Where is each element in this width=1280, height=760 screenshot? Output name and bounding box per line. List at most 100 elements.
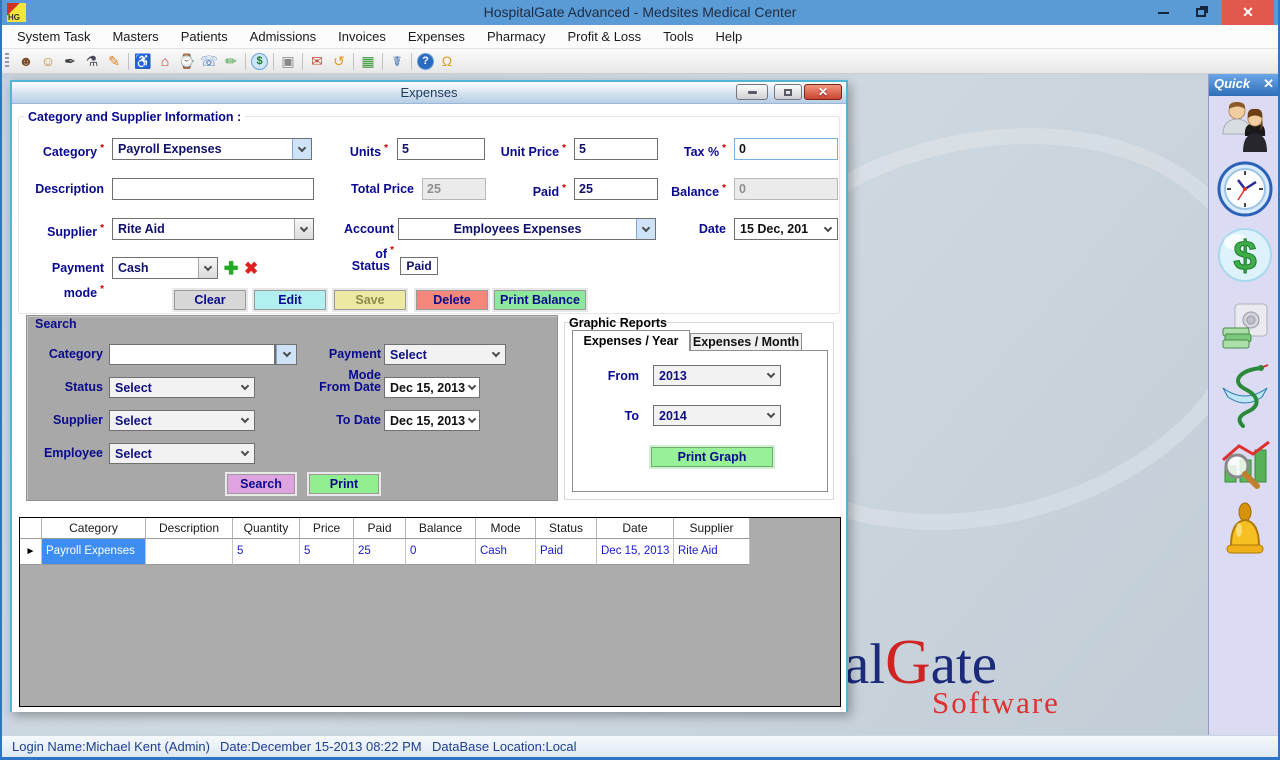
- search-from-date-combo[interactable]: Dec 15, 2013: [384, 377, 480, 398]
- graph-to-combo[interactable]: 2014: [653, 405, 781, 426]
- paid-input[interactable]: 25: [574, 178, 658, 200]
- undo-icon[interactable]: ↺: [328, 51, 350, 72]
- grid-cell-balance[interactable]: 0: [406, 539, 476, 565]
- units-input[interactable]: 5: [397, 138, 485, 160]
- grid-column-header-supplier[interactable]: Supplier: [674, 518, 750, 539]
- clear-button[interactable]: Clear: [174, 290, 246, 310]
- print-balance-button[interactable]: Print Balance: [494, 290, 586, 310]
- alerts-icon[interactable]: Ω: [436, 51, 458, 72]
- microscope-icon[interactable]: ⚗: [81, 51, 103, 72]
- fax-icon[interactable]: ☏: [198, 51, 220, 72]
- description-input[interactable]: [112, 178, 314, 200]
- grid-cell-description[interactable]: [146, 539, 233, 565]
- unit-price-input[interactable]: 5: [574, 138, 658, 160]
- restore-button[interactable]: [1186, 0, 1216, 25]
- grid-cell-quantity[interactable]: 5: [233, 539, 300, 565]
- chevron-down-icon[interactable]: [235, 411, 254, 430]
- quick-cashbox-icon[interactable]: [1221, 302, 1269, 350]
- close-button[interactable]: ✕: [1222, 0, 1274, 25]
- chevron-down-icon[interactable]: [235, 378, 254, 397]
- print-button[interactable]: Print: [309, 474, 379, 494]
- tax-input[interactable]: 0: [734, 138, 838, 160]
- grid-data-row[interactable]: ►Payroll Expenses55250CashPaidDec 15, 20…: [20, 539, 750, 565]
- graph-from-combo[interactable]: 2013: [653, 365, 781, 386]
- quick-panel-close-icon[interactable]: ✕: [1263, 76, 1274, 92]
- chevron-down-icon[interactable]: [486, 345, 505, 364]
- ambulance-icon[interactable]: ♿: [132, 51, 154, 72]
- grid-column-header-mode[interactable]: Mode: [476, 518, 536, 539]
- chevron-down-icon[interactable]: [761, 366, 780, 385]
- chevron-down-icon[interactable]: [636, 219, 655, 239]
- menu-item-patients[interactable]: Patients: [170, 25, 239, 49]
- search-employee-combo[interactable]: Select: [109, 443, 255, 464]
- invoice-icon[interactable]: ✏: [220, 51, 242, 72]
- chevron-down-icon[interactable]: [818, 219, 837, 239]
- patient-icon[interactable]: ☺: [37, 51, 59, 72]
- menu-item-expenses[interactable]: Expenses: [397, 25, 476, 49]
- save-button[interactable]: Save: [334, 290, 406, 310]
- add-payment-mode-icon[interactable]: ✚: [224, 259, 238, 279]
- quick-alerts-bell-icon[interactable]: [1222, 502, 1268, 562]
- quick-billing-dollar-icon[interactable]: $: [1216, 226, 1274, 284]
- grid-cell-supplier[interactable]: Rite Aid: [674, 539, 750, 565]
- dialog-close-button[interactable]: ✕: [804, 84, 842, 100]
- search-to-date-combo[interactable]: Dec 15, 2013: [384, 410, 480, 431]
- search-category-input[interactable]: [109, 344, 275, 365]
- dialog-minimize-button[interactable]: [736, 84, 768, 100]
- edit-button[interactable]: Edit: [254, 290, 326, 310]
- minimize-button[interactable]: [1148, 0, 1178, 25]
- account-of-combo[interactable]: Employees Expenses: [398, 218, 656, 240]
- chevron-down-icon[interactable]: [465, 378, 479, 397]
- quick-pharmacy-icon[interactable]: [1219, 362, 1271, 428]
- menu-item-profit-loss[interactable]: Profit & Loss: [556, 25, 652, 49]
- menu-item-admissions[interactable]: Admissions: [239, 25, 327, 49]
- purchase-icon[interactable]: ✉: [306, 51, 328, 72]
- grid-selector-header[interactable]: [20, 518, 42, 539]
- delete-payment-mode-icon[interactable]: ✖: [244, 259, 258, 279]
- menu-item-pharmacy[interactable]: Pharmacy: [476, 25, 557, 49]
- chevron-down-icon[interactable]: [761, 406, 780, 425]
- grid-column-header-description[interactable]: Description: [146, 518, 233, 539]
- search-category-dropdown[interactable]: [275, 344, 297, 365]
- chevron-down-icon[interactable]: [276, 345, 296, 364]
- quick-reports-analysis-icon[interactable]: [1219, 438, 1271, 490]
- search-payment-mode-combo[interactable]: Select: [384, 344, 506, 365]
- tab-expenses-month[interactable]: Expenses / Month: [690, 333, 802, 351]
- menu-item-help[interactable]: Help: [705, 25, 754, 49]
- menu-item-tools[interactable]: Tools: [652, 25, 704, 49]
- dialog-maximize-button[interactable]: [774, 84, 802, 100]
- inventory-icon[interactable]: ▣: [277, 51, 299, 72]
- chevron-down-icon[interactable]: [235, 444, 254, 463]
- category-combo[interactable]: Payroll Expenses: [112, 138, 312, 160]
- search-status-combo[interactable]: Select: [109, 377, 255, 398]
- chevron-down-icon[interactable]: [292, 139, 311, 159]
- help-icon[interactable]: ?: [417, 53, 434, 70]
- quick-clock-icon[interactable]: [1216, 160, 1274, 218]
- grid-cell-price[interactable]: 5: [300, 539, 354, 565]
- grid-row-selector[interactable]: ►: [20, 539, 42, 565]
- grid-column-header-quantity[interactable]: Quantity: [233, 518, 300, 539]
- grid-cell-date[interactable]: Dec 15, 2013: [597, 539, 674, 565]
- billing-icon[interactable]: $: [251, 53, 268, 70]
- tab-expenses-year[interactable]: Expenses / Year: [572, 330, 690, 351]
- signature-icon[interactable]: ✒: [59, 51, 81, 72]
- supplier-combo[interactable]: Rite Aid: [112, 218, 314, 240]
- chevron-down-icon[interactable]: [198, 258, 217, 278]
- menu-item-system-task[interactable]: System Task: [6, 25, 101, 49]
- grid-column-header-balance[interactable]: Balance: [406, 518, 476, 539]
- chevron-down-icon[interactable]: [294, 219, 313, 239]
- grid-cell-paid[interactable]: 25: [354, 539, 406, 565]
- patients-icon[interactable]: ☻: [15, 51, 37, 72]
- grid-column-header-date[interactable]: Date: [597, 518, 674, 539]
- search-supplier-combo[interactable]: Select: [109, 410, 255, 431]
- menu-item-invoices[interactable]: Invoices: [327, 25, 397, 49]
- grid-column-header-status[interactable]: Status: [536, 518, 597, 539]
- quick-patients-icon[interactable]: [1218, 100, 1272, 152]
- grid-cell-category[interactable]: Payroll Expenses: [42, 539, 146, 565]
- grid-column-header-paid[interactable]: Paid: [354, 518, 406, 539]
- grid-column-header-price[interactable]: Price: [300, 518, 354, 539]
- admissions-icon[interactable]: ⌂: [154, 51, 176, 72]
- doctors-icon[interactable]: ☤: [386, 51, 408, 72]
- payment-mode-combo[interactable]: Cash: [112, 257, 218, 279]
- pen-icon[interactable]: ✎: [103, 51, 125, 72]
